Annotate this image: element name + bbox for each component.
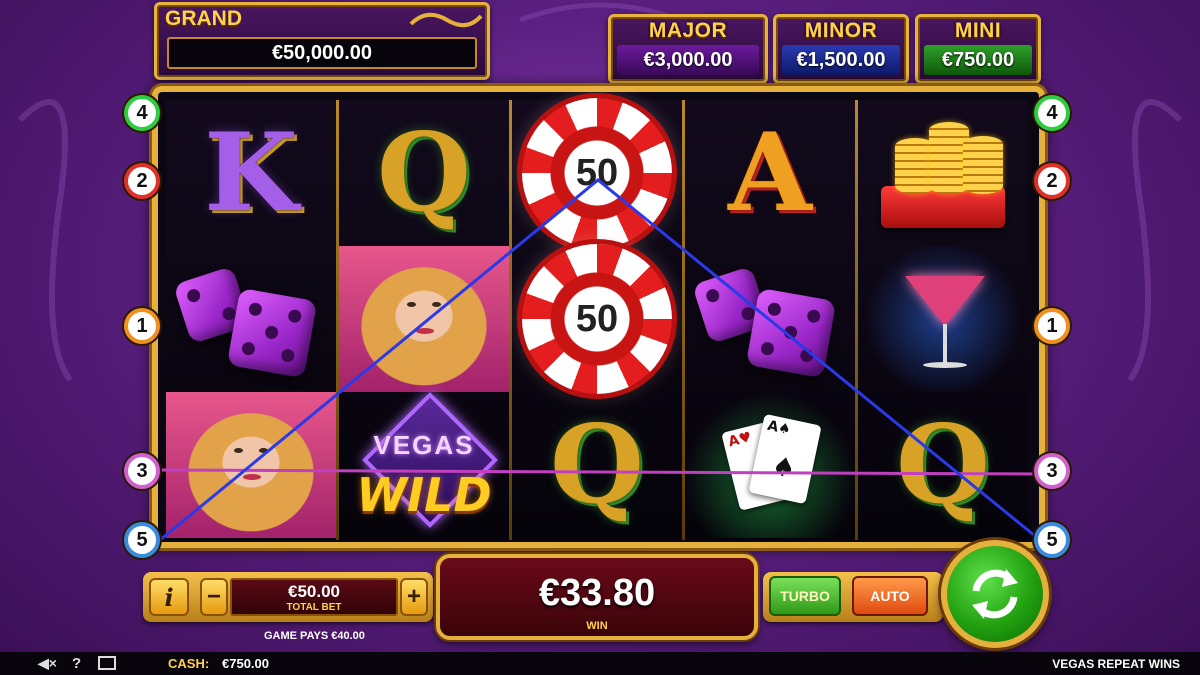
payline-marker-left-5[interactable]: 5	[124, 522, 160, 558]
symbol-q-letter: Q	[895, 402, 991, 528]
win-value: €33.80	[538, 572, 656, 614]
cash-label: CASH:	[168, 656, 210, 671]
jackpot-grand: GRAND €50,000.00	[154, 2, 490, 80]
jackpot-grand-value: €50,000.00	[167, 37, 477, 69]
total-bet-display: €50.00 TOTAL BET	[230, 578, 398, 616]
spin-button[interactable]	[941, 540, 1049, 648]
plus-icon: +	[406, 583, 421, 610]
symbol-woman	[166, 392, 336, 538]
footer-bar: ◀× ? CASH: €750.00 VEGAS REPEAT WINS	[0, 652, 1200, 675]
symbol-coins	[858, 100, 1028, 246]
symbol-woman	[339, 246, 509, 392]
payline-marker-right-1[interactable]: 1	[1034, 308, 1070, 344]
spin-refresh-icon	[972, 569, 1018, 619]
payline-marker-left-4[interactable]: 4	[124, 95, 160, 131]
symbol-a: A	[685, 100, 855, 246]
payline-marker-left-1[interactable]: 1	[124, 308, 160, 344]
chip-value: 50	[575, 297, 619, 340]
casino-chip-icon: 50	[522, 98, 672, 248]
symbol-k: K	[166, 100, 336, 246]
cash-value: €750.00	[222, 656, 269, 671]
total-bet-value: €50.00	[288, 582, 340, 601]
chip-value: 50	[575, 151, 619, 194]
payline-marker-right-4[interactable]: 4	[1034, 95, 1070, 131]
jackpot-major-value: €3,000.00	[617, 45, 759, 75]
dice-icon	[171, 254, 331, 384]
jackpot-minor-title: MINOR	[804, 19, 878, 42]
symbol-q: Q	[512, 392, 682, 538]
reel-5: Q	[858, 100, 1028, 540]
win-label: WIN	[586, 620, 608, 632]
symbol-q-letter: Q	[376, 110, 472, 236]
turbo-button[interactable]: TURBO	[769, 576, 841, 616]
symbol-dice	[685, 246, 855, 392]
info-button[interactable]: i	[149, 578, 189, 616]
jackpot-minor: MINOR €1,500.00	[773, 14, 909, 84]
reel-1: K	[166, 100, 336, 540]
info-icon: i	[164, 582, 174, 612]
payline-marker-left-2[interactable]: 2	[124, 163, 160, 199]
minus-icon: −	[206, 583, 221, 610]
dice-icon	[690, 254, 850, 384]
game-pays-text: GAME PAYS €40.00	[264, 630, 365, 642]
symbol-q: Q	[339, 100, 509, 246]
bet-increase-button[interactable]: +	[400, 578, 428, 616]
win-display: €33.80 WIN	[436, 554, 758, 640]
symbol-chip-50: 50	[512, 98, 682, 248]
help-icon[interactable]: ?	[72, 655, 81, 672]
payline-marker-left-3[interactable]: 3	[124, 453, 160, 489]
fullscreen-icon[interactable]	[98, 656, 116, 670]
jackpot-mini-title: MINI	[954, 19, 1002, 42]
jackpot-major: MAJOR €3,000.00	[608, 14, 768, 84]
vegas-text: VEGAS	[373, 430, 475, 460]
symbol-chip-50: 50	[512, 244, 682, 394]
jackpot-mini: MINI €750.00	[915, 14, 1041, 84]
reel-area: K Q VEGAS WILD 50 50 Q A A♥ A♠ ♠ Q	[152, 86, 1045, 548]
auto-label: AUTO	[870, 588, 910, 604]
wild-text: WILD	[356, 468, 492, 522]
symbol-cards: A♥ A♠ ♠	[685, 392, 855, 538]
reel-2: Q VEGAS WILD	[339, 100, 509, 540]
vegas-wild-logo: VEGAS WILD	[344, 390, 504, 540]
reel-3: 50 50 Q	[512, 98, 682, 540]
sound-icon[interactable]: ◀×	[38, 655, 57, 672]
symbol-q: Q	[858, 392, 1028, 538]
auto-button[interactable]: AUTO	[852, 576, 928, 616]
symbol-k-letter: K	[204, 110, 298, 236]
symbol-a-letter: A	[728, 110, 812, 236]
total-bet-label: TOTAL BET	[286, 602, 342, 613]
gold-coins-icon	[873, 108, 1013, 238]
symbol-q-letter: Q	[549, 402, 645, 528]
payline-marker-right-3[interactable]: 3	[1034, 453, 1070, 489]
symbol-cocktail	[858, 246, 1028, 392]
game-title: VEGAS REPEAT WINS	[1052, 657, 1180, 671]
woman-portrait-icon	[339, 246, 509, 392]
reel-4: A A♥ A♠ ♠	[685, 100, 855, 540]
jackpot-minor-value: €1,500.00	[782, 45, 900, 75]
jackpot-major-title: MAJOR	[648, 19, 728, 42]
playing-cards-icon: A♥ A♠ ♠	[700, 405, 840, 525]
payline-marker-right-2[interactable]: 2	[1034, 163, 1070, 199]
woman-portrait-icon	[166, 392, 336, 538]
bet-decrease-button[interactable]: −	[200, 578, 228, 616]
jackpot-grand-title: GRAND	[165, 7, 242, 30]
cocktail-icon	[873, 254, 1013, 384]
casino-chip-icon: 50	[522, 244, 672, 394]
symbol-vegas-wild: VEGAS WILD	[339, 392, 509, 538]
symbol-dice	[166, 246, 336, 392]
grand-swirl-ornament	[409, 12, 483, 28]
jackpot-mini-value: €750.00	[924, 45, 1032, 75]
payline-marker-right-5[interactable]: 5	[1034, 522, 1070, 558]
turbo-label: TURBO	[780, 588, 830, 604]
